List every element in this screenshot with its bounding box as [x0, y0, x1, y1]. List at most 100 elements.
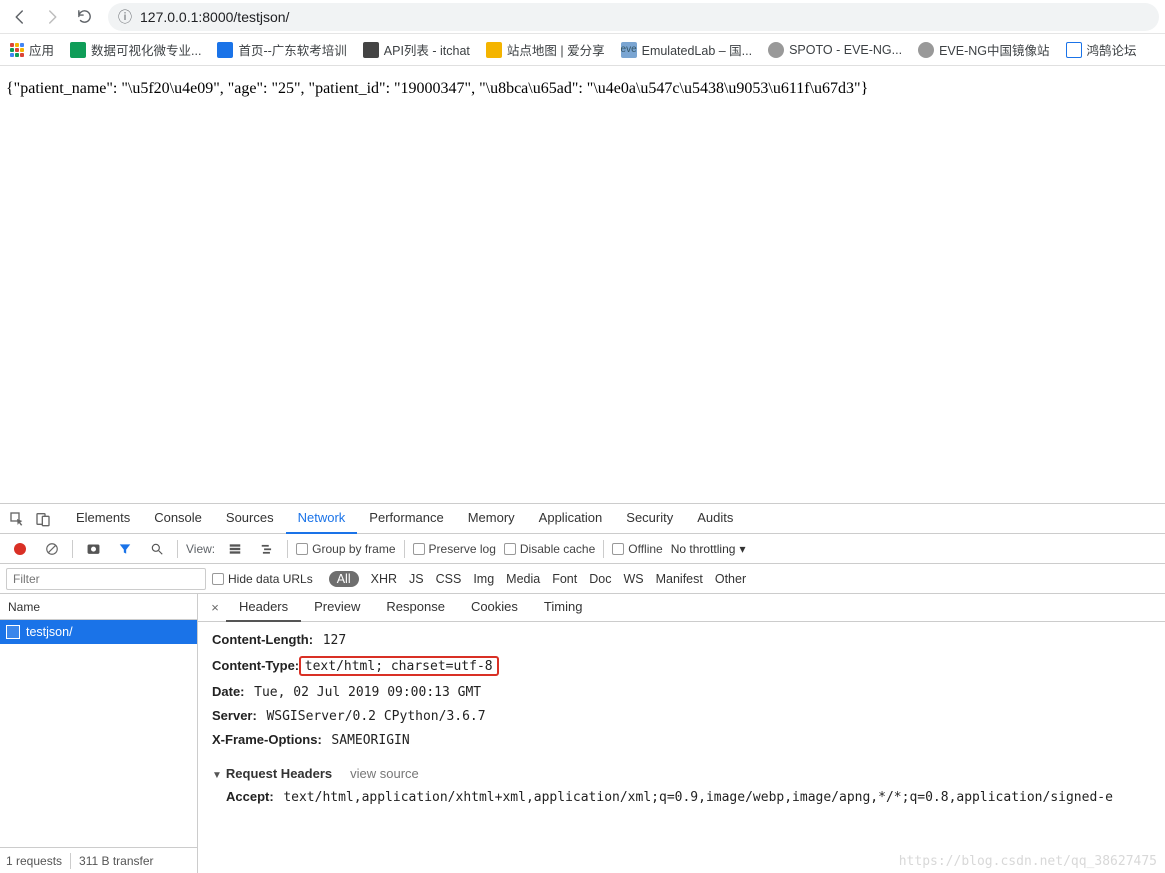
bookmark-label: 站点地图 | 爱分享 — [507, 40, 605, 59]
transfer-size: 311 B transfer — [79, 854, 153, 868]
bookmark-icon — [363, 42, 379, 58]
tab-console[interactable]: Console — [142, 504, 214, 534]
bookmark-label: SPOTO - EVE-NG... — [789, 43, 902, 57]
header-key: Date: — [212, 684, 245, 699]
large-rows-icon[interactable] — [223, 542, 247, 556]
apps-label: 应用 — [29, 40, 54, 59]
waterfall-icon[interactable] — [255, 542, 279, 556]
devtools-panel: Elements Console Sources Network Perform… — [0, 503, 1165, 873]
headers-panel-body: Content-Length: 127 Content-Type: text/h… — [198, 622, 1165, 873]
device-toggle-icon[interactable] — [30, 506, 56, 532]
forward-button[interactable] — [38, 3, 66, 31]
network-filterbar: Hide data URLs All XHR JS CSS Img Media … — [0, 564, 1165, 594]
apps-button[interactable]: 应用 — [10, 40, 54, 59]
filter-doc[interactable]: Doc — [589, 572, 611, 586]
tab-memory[interactable]: Memory — [456, 504, 527, 534]
tab-security[interactable]: Security — [614, 504, 685, 534]
request-name: testjson/ — [26, 625, 73, 639]
network-toolbar: View: Group by frame Preserve log Disabl… — [0, 534, 1165, 564]
filter-input[interactable] — [6, 568, 206, 590]
tab-audits[interactable]: Audits — [685, 504, 745, 534]
filter-other[interactable]: Other — [715, 572, 746, 586]
triangle-down-icon: ▼ — [212, 770, 222, 781]
preserve-log-checkbox[interactable]: Preserve log — [413, 542, 496, 556]
request-list-panel: Name testjson/ 1 requests 311 B transfer — [0, 594, 198, 873]
header-key: Server: — [212, 708, 257, 723]
bookmark-item[interactable]: API列表 - itchat — [363, 40, 470, 59]
reload-button[interactable] — [70, 3, 98, 31]
document-icon — [6, 625, 20, 639]
header-key: X-Frame-Options: — [212, 732, 322, 747]
disable-cache-checkbox[interactable]: Disable cache — [504, 542, 595, 556]
browser-nav: ⓘ 127.0.0.1:8000/testjson/ — [0, 0, 1165, 34]
bookmark-icon — [70, 42, 86, 58]
filter-all[interactable]: All — [329, 571, 359, 587]
tab-application[interactable]: Application — [527, 504, 615, 534]
tab-timing[interactable]: Timing — [531, 594, 596, 622]
filter-xhr[interactable]: XHR — [371, 572, 397, 586]
response-text: {"patient_name": "\u5f20\u4e09", "age": … — [6, 80, 868, 97]
filter-js[interactable]: JS — [409, 572, 424, 586]
bookmark-label: API列表 - itchat — [384, 40, 470, 59]
address-bar[interactable]: ⓘ 127.0.0.1:8000/testjson/ — [108, 3, 1159, 31]
filter-css[interactable]: CSS — [436, 572, 462, 586]
record-button[interactable] — [8, 543, 32, 555]
bookmark-item[interactable]: 站点地图 | 爱分享 — [486, 40, 605, 59]
capture-screenshot-icon[interactable] — [81, 541, 105, 556]
search-icon[interactable] — [145, 542, 169, 556]
header-key: Accept: — [226, 789, 274, 804]
url-text: 127.0.0.1:8000/testjson/ — [140, 9, 289, 25]
detail-tabs: × Headers Preview Response Cookies Timin… — [198, 594, 1165, 622]
request-row[interactable]: testjson/ — [0, 620, 197, 644]
request-list: testjson/ — [0, 620, 197, 847]
bookmarks-bar: 应用 数据可视化微专业... 首页--广东软考培训 API列表 - itchat… — [0, 34, 1165, 66]
globe-icon — [768, 42, 784, 58]
clear-button[interactable] — [40, 542, 64, 556]
hide-data-urls-checkbox[interactable]: Hide data URLs — [212, 572, 313, 586]
bookmark-label: EVE-NG中国镜像站 — [939, 40, 1049, 59]
tab-response[interactable]: Response — [373, 594, 458, 622]
bookmark-item[interactable]: EVE-NG中国镜像站 — [918, 40, 1049, 59]
bookmark-item[interactable]: eve EmulatedLab – 国... — [621, 40, 752, 59]
page-body: {"patient_name": "\u5f20\u4e09", "age": … — [0, 66, 1165, 502]
request-count: 1 requests — [6, 854, 62, 868]
filter-ws[interactable]: WS — [623, 572, 643, 586]
bookmark-item[interactable]: 数据可视化微专业... — [70, 40, 201, 59]
bookmark-icon: eve — [621, 42, 637, 58]
chevron-down-icon: ▾ — [739, 542, 745, 556]
request-headers-section-toggle[interactable]: ▼Request Headers view source — [212, 762, 1151, 785]
bookmark-item[interactable]: 首页--广东软考培训 — [217, 40, 346, 59]
filter-img[interactable]: Img — [473, 572, 494, 586]
tab-sources[interactable]: Sources — [214, 504, 286, 534]
header-value: text/html,application/xhtml+xml,applicat… — [283, 790, 1113, 805]
bookmark-icon — [486, 42, 502, 58]
tab-preview[interactable]: Preview — [301, 594, 373, 622]
request-list-header[interactable]: Name — [0, 594, 197, 620]
tab-headers[interactable]: Headers — [226, 594, 301, 622]
tab-elements[interactable]: Elements — [64, 504, 142, 534]
bookmark-label: 鸿鹄论坛 — [1087, 40, 1137, 59]
request-list-footer: 1 requests 311 B transfer — [0, 847, 197, 873]
site-info-icon[interactable]: ⓘ — [118, 7, 132, 27]
inspect-element-icon[interactable] — [4, 506, 30, 532]
bookmark-item[interactable]: SPOTO - EVE-NG... — [768, 42, 902, 58]
tab-network[interactable]: Network — [286, 504, 358, 534]
tab-cookies[interactable]: Cookies — [458, 594, 531, 622]
bookmark-item[interactable]: 鸿鹄论坛 — [1066, 40, 1137, 59]
group-by-frame-checkbox[interactable]: Group by frame — [296, 542, 395, 556]
tab-performance[interactable]: Performance — [357, 504, 455, 534]
globe-icon — [918, 42, 934, 58]
highlighted-header: text/html; charset=utf-8 — [299, 656, 499, 676]
filter-media[interactable]: Media — [506, 572, 540, 586]
filter-toggle-icon[interactable] — [113, 542, 137, 556]
view-source-link[interactable]: view source — [350, 766, 419, 781]
filter-font[interactable]: Font — [552, 572, 577, 586]
close-detail-button[interactable]: × — [204, 600, 226, 615]
header-value: WSGIServer/0.2 CPython/3.6.7 — [266, 709, 485, 724]
header-value: SAMEORIGIN — [331, 733, 409, 748]
throttling-select[interactable]: No throttling ▾ — [671, 542, 746, 556]
offline-checkbox[interactable]: Offline — [612, 542, 662, 556]
header-value: Tue, 02 Jul 2019 09:00:13 GMT — [254, 685, 481, 700]
filter-manifest[interactable]: Manifest — [656, 572, 703, 586]
back-button[interactable] — [6, 3, 34, 31]
